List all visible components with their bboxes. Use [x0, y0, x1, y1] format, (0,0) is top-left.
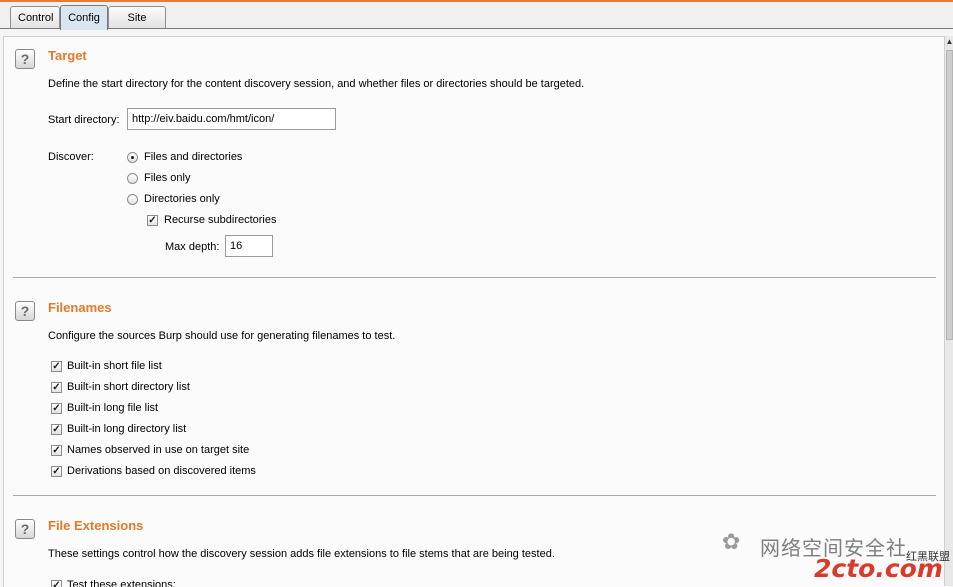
section-heading-target: Target	[48, 48, 87, 63]
start-directory-label: Start directory:	[48, 114, 120, 126]
wechat-icon: ✿	[722, 530, 741, 555]
file-extensions-description: These settings control how the discovery…	[48, 548, 555, 560]
checkbox-label: Built-in short directory list	[67, 381, 190, 393]
tab-control[interactable]: Control	[10, 6, 60, 28]
checkbox-label: Names observed in use on target site	[67, 444, 250, 456]
checkbox-names-observed[interactable]: ✓	[51, 445, 62, 456]
config-panel: ? Target Define the start directory for …	[3, 36, 947, 587]
section-divider	[13, 277, 936, 278]
section-heading-file-extensions: File Extensions	[48, 518, 144, 533]
tab-bar: Control Config Site map	[0, 2, 953, 46]
help-icon[interactable]: ?	[15, 519, 35, 539]
section-heading-filenames: Filenames	[48, 300, 112, 315]
filenames-description: Configure the sources Burp should use fo…	[48, 330, 396, 342]
target-description: Define the start directory for the conte…	[48, 78, 585, 90]
checkbox-builtin-long-file-list[interactable]: ✓	[51, 403, 62, 414]
section-divider	[13, 495, 936, 496]
max-depth-input[interactable]: 16	[225, 235, 273, 257]
radio-label: Directories only	[144, 193, 220, 205]
tab-config[interactable]: Config	[60, 5, 108, 30]
recurse-subdirectories-checkbox[interactable]: ✓	[147, 215, 158, 226]
checkbox-label: Built-in short file list	[67, 360, 162, 372]
radio-files-and-directories[interactable]	[127, 152, 138, 163]
checkbox-label: Derivations based on discovered items	[67, 465, 256, 477]
scroll-thumb[interactable]	[946, 50, 953, 340]
checkbox-builtin-short-file-list[interactable]: ✓	[51, 361, 62, 372]
help-icon[interactable]: ?	[15, 301, 35, 321]
checkbox-label: Recurse subdirectories	[164, 214, 277, 226]
scroll-up-arrow-icon[interactable]: ▲	[945, 36, 953, 48]
checkbox-builtin-long-directory-list[interactable]: ✓	[51, 424, 62, 435]
checkbox-derivations[interactable]: ✓	[51, 466, 62, 477]
radio-label: Files and directories	[144, 151, 243, 163]
start-directory-input[interactable]: http://eiv.baidu.com/hmt/icon/	[127, 108, 336, 130]
radio-files-only[interactable]	[127, 173, 138, 184]
tab-site-map[interactable]: Site map	[108, 6, 166, 46]
help-icon[interactable]: ?	[15, 49, 35, 69]
radio-label: Files only	[144, 172, 191, 184]
watermark-logo: 2cto.com	[814, 554, 943, 583]
vertical-scrollbar[interactable]: ▲	[944, 36, 953, 586]
radio-directories-only[interactable]	[127, 194, 138, 205]
checkbox-builtin-short-directory-list[interactable]: ✓	[51, 382, 62, 393]
max-depth-label: Max depth:	[165, 241, 220, 253]
checkbox-label: Built-in long file list	[67, 402, 159, 414]
discover-label: Discover:	[48, 151, 94, 163]
checkbox-label: Built-in long directory list	[67, 423, 187, 435]
